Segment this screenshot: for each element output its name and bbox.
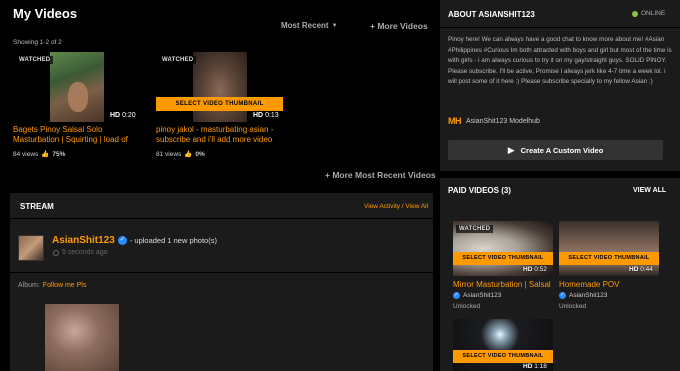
views-count: 81 views [156,150,182,158]
about-title: ABOUT ASIANSHIT123 [448,10,535,19]
online-status: ONLINE [632,10,665,17]
paid-video-user: ✓ AsianShit123 [453,292,502,299]
thumbs-up-icon: 👍 [41,151,50,158]
video-thumbnail[interactable]: SELECT VIDEO THUMBNAIL HD 1:18 [453,319,553,371]
online-dot-icon [632,10,638,17]
video-thumbnail[interactable]: WATCHED HD 0:20 [13,52,140,122]
watched-badge: WATCHED [16,56,54,64]
stream-user-line: AsianShit123 ✓ - uploaded 1 new photo(s) [52,235,217,246]
stream-panel: STREAM View Activity / View All AsianShi… [10,193,433,371]
stream-item: AsianShit123 ✓ - uploaded 1 new photo(s)… [10,226,433,266]
album-label: Album: [18,282,40,289]
stream-divider [10,218,433,219]
album-link[interactable]: Follow me Pls [43,282,87,289]
paid-video-card[interactable]: SELECT VIDEO THUMBNAIL HD 0:44 Homemade … [559,221,659,316]
page-title: My Videos [13,6,78,21]
select-thumbnail-button[interactable]: SELECT VIDEO THUMBNAIL [559,252,659,265]
watched-badge: WATCHED [456,225,494,233]
video-meta: 84 views 👍 75% [13,150,66,159]
chevron-down-icon: ▼ [331,22,338,29]
clock-icon [53,249,59,256]
watched-badge: WATCHED [159,56,197,64]
play-icon: ▶ [507,144,515,155]
paid-videos-panel: PAID VIDEOS (3) VIEW ALL WATCHED SELECT … [440,178,680,371]
verified-icon: ✓ [117,236,127,245]
video-card[interactable]: WATCHED HD 0:20 Bagets Pinoy Salsal Solo… [13,52,140,162]
rating-value: 75% [52,150,66,158]
about-divider [440,27,680,28]
stream-user-link[interactable]: AsianShit123 [52,235,115,246]
verified-icon: ✓ [453,292,460,299]
stream-title: STREAM [20,202,54,211]
album-photo[interactable] [45,304,119,371]
view-activity-link[interactable]: View Activity / View All [364,203,428,210]
verified-icon: ✓ [559,292,566,299]
video-meta: 81 views 👍 0% [156,150,205,159]
select-thumbnail-button[interactable]: SELECT VIDEO THUMBNAIL [453,252,553,265]
paid-video-card[interactable]: SELECT VIDEO THUMBNAIL HD 1:18 [453,319,553,371]
stream-action: - uploaded 1 new photo(s) [129,236,217,245]
paid-video-title[interactable]: Homemade POV [559,280,619,289]
album-line: Album: Follow me Pls [18,282,86,289]
modelhub-link[interactable]: MH AsianShit123 Modelhub [448,116,540,126]
video-duration: HD 0:44 [629,266,653,273]
video-title[interactable]: Bagets Pinoy Salsal Solo Masturbation | … [13,125,140,145]
paid-video-title[interactable]: Mirror Masturbation | Salsal [453,280,551,289]
about-panel: ABOUT ASIANSHIT123 ONLINE Pinoy here! We… [440,0,680,171]
video-duration: HD 0:20 [110,112,136,119]
unlocked-status: Unlocked [559,303,587,310]
thumbnail-image [193,52,247,122]
about-bio: Pinoy here! We can always have a good ch… [448,36,672,85]
rating-value: 0% [195,150,205,158]
modelhub-label: AsianShit123 Modelhub [466,117,540,125]
video-title[interactable]: pinoy jakol - masturbating asian - subsc… [156,125,286,145]
more-videos-link[interactable]: + More Videos [370,21,428,31]
video-card[interactable]: WATCHED SELECT VIDEO THUMBNAIL HD 0:13 p… [156,52,283,162]
stream-divider [10,272,433,273]
video-duration: HD 1:18 [523,363,547,370]
thumbnail-image-detail [68,82,88,112]
video-duration: HD 0:13 [253,112,279,119]
showing-count: Showing 1-2 of 2 [13,39,62,46]
more-recent-videos-link[interactable]: + More Most Recent Videos [325,170,436,180]
create-custom-video-button[interactable]: ▶ Create A Custom Video [448,140,663,160]
select-thumbnail-button[interactable]: SELECT VIDEO THUMBNAIL [453,350,553,363]
video-thumbnail[interactable]: WATCHED SELECT VIDEO THUMBNAIL HD 0:13 [156,52,283,122]
video-duration: HD 0:52 [523,266,547,273]
avatar[interactable] [18,235,44,261]
paid-video-card[interactable]: WATCHED SELECT VIDEO THUMBNAIL HD 0:52 M… [453,221,553,316]
paid-video-user: ✓ AsianShit123 [559,292,608,299]
sort-dropdown[interactable]: Most Recent ▼ [281,21,338,30]
video-thumbnail[interactable]: WATCHED SELECT VIDEO THUMBNAIL HD 0:52 [453,221,553,276]
views-count: 84 views [13,150,39,158]
mh-logo: MH [448,116,462,126]
video-thumbnail[interactable]: SELECT VIDEO THUMBNAIL HD 0:44 [559,221,659,276]
select-thumbnail-button[interactable]: SELECT VIDEO THUMBNAIL [156,97,283,111]
stream-time: 5 seconds ago [53,249,108,256]
view-all-link[interactable]: VIEW ALL [633,187,666,194]
unlocked-status: Unlocked [453,303,481,310]
paid-videos-title: PAID VIDEOS (3) [448,186,511,195]
thumbs-up-icon: 👍 [184,151,193,158]
sort-label: Most Recent [281,21,329,30]
